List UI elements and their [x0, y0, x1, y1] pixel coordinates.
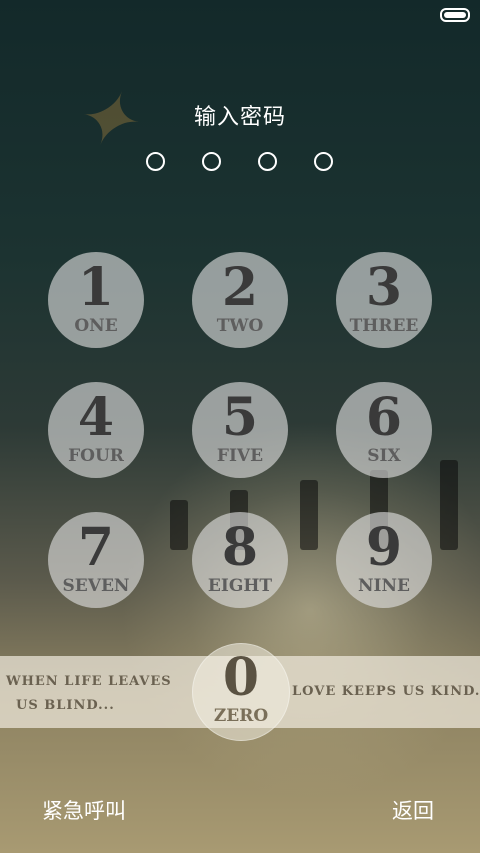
key-digit: 2 — [221, 257, 259, 318]
key-1[interactable]: 1 ONE — [48, 252, 144, 348]
pin-dot — [202, 152, 221, 171]
back-button[interactable]: 返回 — [392, 795, 434, 825]
emergency-call-button[interactable]: 紧急呼叫 — [42, 795, 126, 825]
key-5[interactable]: 5 FIVE — [192, 382, 288, 478]
key-digit: 8 — [221, 517, 259, 578]
key-word: SEVEN — [62, 576, 130, 596]
quote-left: WHEN LIFE LEAVES US BLIND... — [6, 670, 186, 718]
quote-line-1: WHEN LIFE LEAVES — [6, 674, 172, 689]
wallpaper-glow — [120, 420, 480, 800]
key-digit: 9 — [365, 517, 403, 578]
key-0[interactable]: 0 ZERO — [192, 643, 290, 741]
key-digit: 0 — [222, 647, 260, 708]
key-digit: 1 — [77, 257, 115, 318]
battery-icon — [440, 8, 470, 22]
key-digit: 7 — [77, 517, 115, 578]
key-9[interactable]: 9 NINE — [336, 512, 432, 608]
quote-line-2: US BLIND... — [16, 698, 115, 713]
key-digit: 6 — [365, 387, 403, 448]
key-word: FOUR — [68, 446, 124, 466]
key-word: THREE — [349, 316, 419, 336]
pin-dot — [314, 152, 333, 171]
page-title: 输入密码 — [193, 105, 286, 130]
key-digit: 5 — [221, 387, 259, 448]
key-8[interactable]: 8 EIGHT — [192, 512, 288, 608]
key-2[interactable]: 2 TWO — [192, 252, 288, 348]
key-word: FIVE — [216, 446, 264, 466]
key-word: TWO — [216, 316, 264, 336]
key-word: EIGHT — [207, 576, 273, 596]
pin-dot — [258, 152, 277, 171]
key-6[interactable]: 6 SIX — [336, 382, 432, 478]
quote-line-3: LOVE KEEPS US KIND. — [292, 684, 480, 699]
pin-dot — [146, 152, 165, 171]
key-digit: 4 — [77, 387, 115, 448]
key-7[interactable]: 7 SEVEN — [48, 512, 144, 608]
key-word: SIX — [367, 446, 401, 466]
key-4[interactable]: 4 FOUR — [48, 382, 144, 478]
key-word: ZERO — [213, 706, 269, 726]
key-digit: 3 — [365, 257, 403, 318]
key-3[interactable]: 3 THREE — [336, 252, 432, 348]
key-word: NINE — [358, 576, 410, 596]
key-word: ONE — [74, 316, 118, 336]
pin-indicator — [0, 152, 480, 172]
